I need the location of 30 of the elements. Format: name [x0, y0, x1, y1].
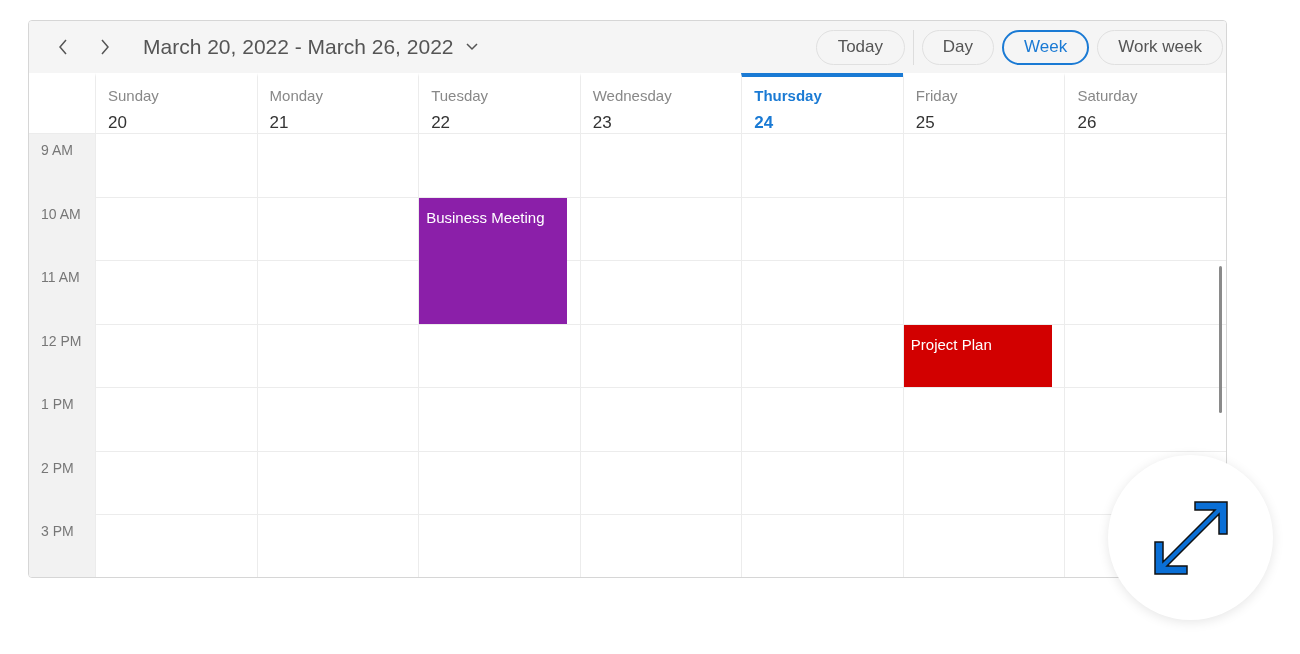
day-number: 24: [754, 111, 775, 134]
day-number: 23: [592, 111, 613, 134]
day-name: Thursday: [754, 86, 823, 106]
day-name: Monday: [269, 86, 324, 106]
time-label: 9 AM: [41, 142, 73, 158]
day-number: 21: [269, 111, 290, 134]
event-block[interactable]: Business Meeting: [419, 197, 568, 324]
day-number: 20: [108, 111, 128, 134]
time-label: 10 AM: [41, 205, 81, 222]
diagonal-double-arrow-icon: [1152, 499, 1229, 576]
day-name: Tuesday: [431, 86, 490, 106]
chevron-left-icon: [58, 39, 68, 55]
time-label: 2 PM: [41, 459, 74, 476]
view-tab[interactable]: Week: [1002, 29, 1090, 65]
day-name: Wednesday: [592, 86, 673, 106]
scrollbar-thumb[interactable]: [1219, 266, 1222, 413]
time-label: 12 PM: [41, 332, 82, 349]
time-label: 1 PM: [41, 396, 74, 412]
chevron-right-icon: [100, 39, 110, 55]
date-range-dropdown[interactable]: March 20, 2022 - March 26, 2022: [143, 31, 478, 63]
time-label: 11 AM: [41, 269, 80, 285]
day-number: 26: [1077, 111, 1098, 134]
day-name: Sunday: [108, 86, 160, 106]
chevron-down-icon: [465, 43, 478, 51]
day-number: 22: [431, 111, 452, 134]
time-label: 3 PM: [41, 523, 74, 539]
day-number: 25: [915, 111, 936, 134]
day-name: Friday: [915, 86, 959, 106]
event-block[interactable]: Project Plan: [903, 324, 1052, 387]
day-name: Saturday: [1077, 86, 1139, 106]
